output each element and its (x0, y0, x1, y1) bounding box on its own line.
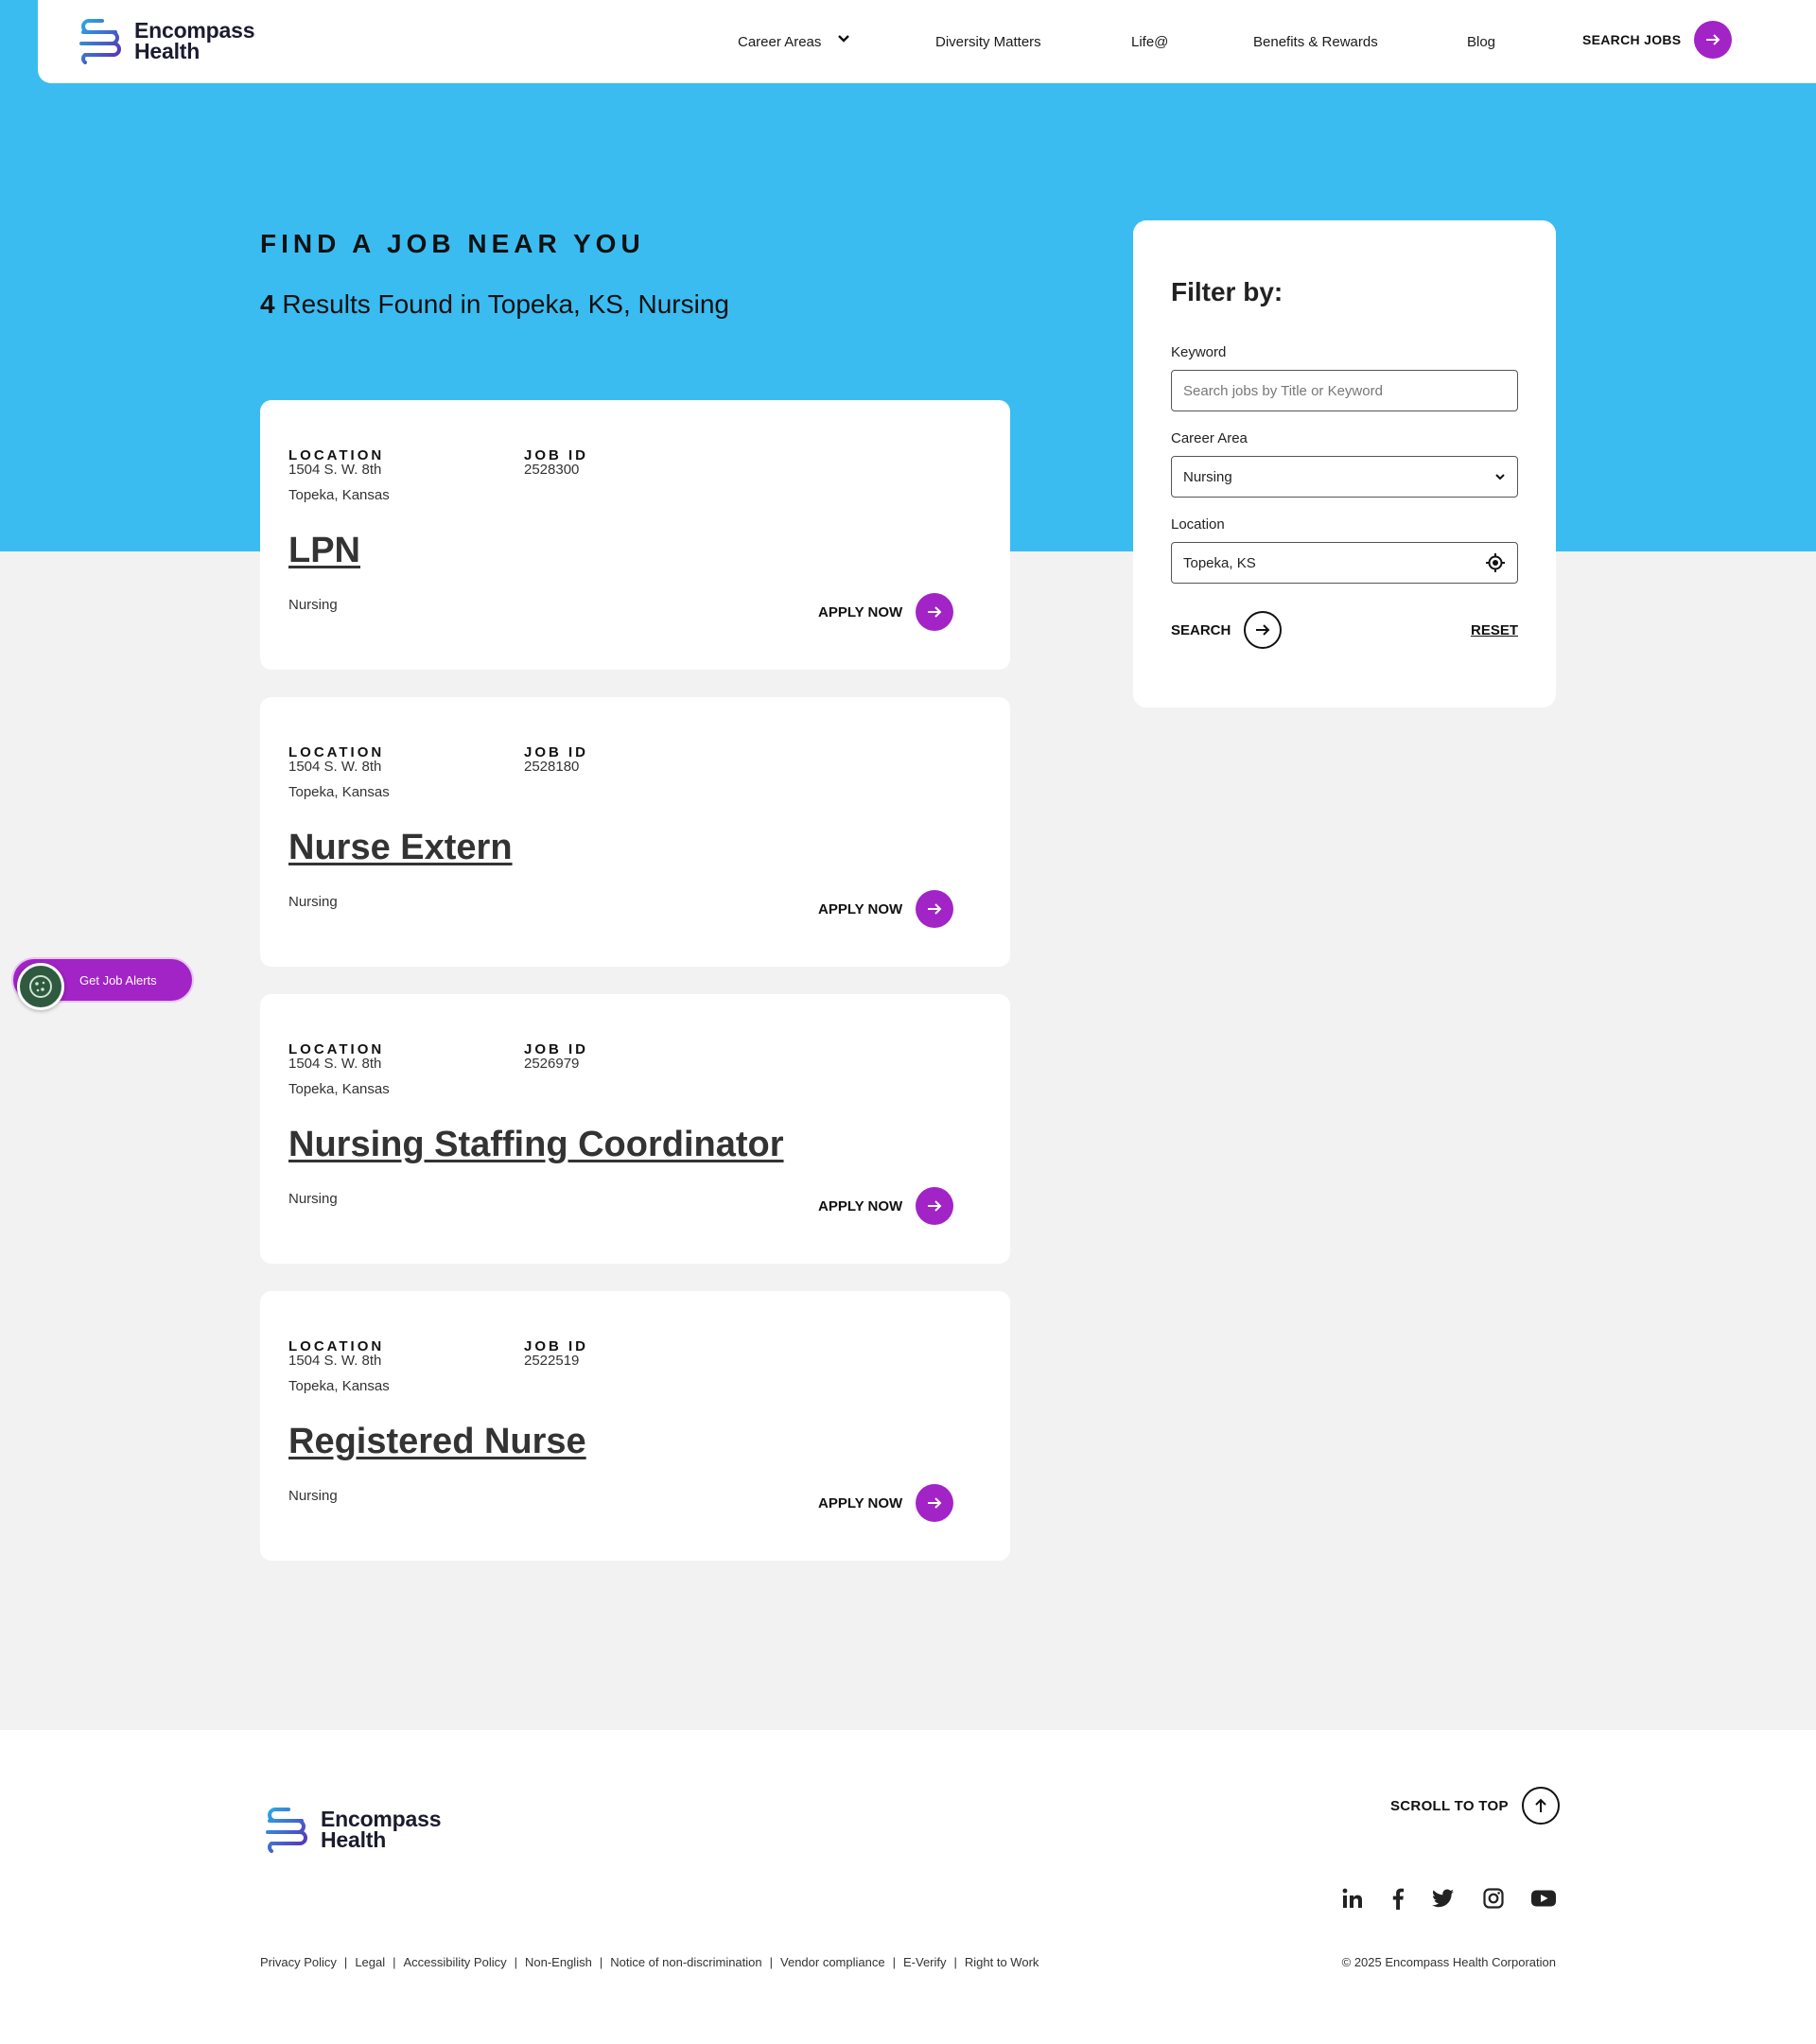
job-category: Nursing (288, 894, 338, 910)
job-city: Topeka, Kansas (288, 487, 390, 503)
job-category: Nursing (288, 597, 338, 613)
location-field (1171, 542, 1518, 584)
job-id: 2528300 (524, 462, 580, 478)
keyword-field (1171, 370, 1518, 411)
chevron-down-icon (1494, 470, 1506, 486)
job-title-link[interactable]: LPN (288, 531, 360, 571)
keyword-label: Keyword (1171, 344, 1227, 360)
career-area-value: Nursing (1183, 468, 1232, 485)
apply-now-label: APPLY NOW (818, 900, 903, 917)
job-address: 1504 S. W. 8th (288, 759, 382, 775)
job-category: Nursing (288, 1488, 338, 1504)
filter-panel: Filter by: Keyword Career Area Nursing L… (1133, 220, 1556, 708)
results-summary: 4 Results Found in Topeka, KS, Nursing (260, 289, 729, 320)
career-area-select[interactable]: Nursing (1171, 456, 1518, 498)
filter-heading: Filter by: (1171, 277, 1283, 306)
youtube-icon[interactable] (1528, 1883, 1559, 1913)
logo-line1: Encompass (321, 1807, 442, 1831)
site-header: Encompass Health Career Areas Diversity … (38, 0, 1816, 83)
nav-career-areas[interactable]: Career Areas (738, 34, 821, 50)
career-area-label: Career Area (1171, 430, 1248, 446)
instagram-icon[interactable] (1478, 1883, 1509, 1913)
nav-blog[interactable]: Blog (1467, 34, 1495, 50)
job-card: LOCATION JOB ID 1504 S. W. 8th Topeka, K… (260, 400, 1010, 670)
job-city: Topeka, Kansas (288, 1081, 390, 1097)
job-card: LOCATION JOB ID 1504 S. W. 8th Topeka, K… (260, 697, 1010, 967)
job-category: Nursing (288, 1191, 338, 1207)
nav-diversity-matters[interactable]: Diversity Matters (935, 34, 1041, 50)
apply-now-button[interactable]: APPLY NOW (818, 1187, 954, 1225)
arrow-right-icon (916, 890, 954, 928)
nav-benefits-rewards[interactable]: Benefits & Rewards (1253, 34, 1378, 50)
job-id: 2522519 (524, 1353, 580, 1369)
filter-search-label: SEARCH (1171, 621, 1231, 638)
arrow-right-icon (916, 1484, 954, 1522)
job-id: 2526979 (524, 1056, 580, 1072)
non-english-link[interactable]: Non-English (525, 1955, 592, 1969)
arrow-right-icon (916, 1187, 954, 1225)
arrow-up-icon (1521, 1787, 1560, 1825)
arrow-right-icon (1244, 611, 1283, 649)
location-input[interactable] (1183, 554, 1506, 571)
apply-now-button[interactable]: APPLY NOW (818, 1484, 954, 1522)
location-label: Location (1171, 516, 1225, 533)
crosshair-location-icon[interactable] (1485, 552, 1506, 577)
keyword-input[interactable] (1183, 382, 1506, 399)
logo-line1: Encompass (134, 18, 255, 43)
cookie-settings-icon[interactable] (17, 963, 64, 1010)
footer-logo[interactable]: Encompass Health (260, 1806, 442, 1853)
results-count: 4 (260, 289, 275, 319)
job-card: LOCATION JOB ID 1504 S. W. 8th Topeka, K… (260, 994, 1010, 1264)
job-city: Topeka, Kansas (288, 1378, 390, 1394)
copyright: © 2025 Encompass Health Corporation (1341, 1955, 1556, 1969)
vendor-compliance-link[interactable]: Vendor compliance (780, 1955, 885, 1969)
apply-now-label: APPLY NOW (818, 1494, 903, 1511)
job-alerts-label: Get Job Alerts (79, 973, 157, 987)
legal-links: Privacy Policy | Legal | Accessibility Pol… (260, 1955, 1039, 1969)
apply-now-button[interactable]: APPLY NOW (818, 593, 954, 631)
non-discrimination-link[interactable]: Notice of non-discrimination (610, 1955, 761, 1969)
twitter-icon[interactable] (1428, 1883, 1458, 1913)
encompass-logo-icon (79, 17, 121, 64)
facebook-icon[interactable] (1383, 1883, 1413, 1913)
results-text: Results Found in Topeka, KS, Nursing (274, 289, 729, 319)
accessibility-policy-link[interactable]: Accessibility Policy (404, 1955, 507, 1969)
logo-line2: Health (134, 39, 201, 63)
job-address: 1504 S. W. 8th (288, 1056, 382, 1072)
page-title: FIND A JOB NEAR YOU (260, 229, 645, 258)
linkedin-icon[interactable] (1337, 1883, 1368, 1913)
scroll-to-top-label: SCROLL TO TOP (1390, 1797, 1509, 1814)
arrow-right-icon (916, 593, 954, 631)
job-title-link[interactable]: Registered Nurse (288, 1422, 586, 1462)
site-footer: Encompass Health SCROLL TO TOP Privacy P… (0, 1730, 1816, 2044)
logo-line2: Health (321, 1827, 387, 1852)
e-verify-link[interactable]: E-Verify (903, 1955, 947, 1969)
apply-now-label: APPLY NOW (818, 603, 903, 620)
job-address: 1504 S. W. 8th (288, 462, 382, 478)
encompass-logo-icon (266, 1806, 307, 1853)
job-title-link[interactable]: Nurse Extern (288, 828, 513, 868)
header-logo[interactable]: Encompass Health (74, 17, 255, 64)
scroll-to-top-button[interactable]: SCROLL TO TOP (1390, 1787, 1560, 1825)
legal-link[interactable]: Legal (355, 1955, 385, 1969)
job-address: 1504 S. W. 8th (288, 1353, 382, 1369)
job-id: 2528180 (524, 759, 580, 775)
arrow-right-icon (1694, 21, 1733, 59)
apply-now-button[interactable]: APPLY NOW (818, 890, 954, 928)
reset-link[interactable]: RESET (1471, 622, 1518, 638)
right-to-work-link[interactable]: Right to Work (965, 1955, 1039, 1969)
privacy-policy-link[interactable]: Privacy Policy (260, 1955, 337, 1969)
search-jobs-button[interactable]: SEARCH JOBS (1582, 21, 1733, 59)
filter-search-button[interactable]: SEARCH (1171, 611, 1283, 649)
nav-life[interactable]: Life@ (1131, 34, 1168, 50)
job-title-link[interactable]: Nursing Staffing Coordinator (288, 1125, 784, 1165)
chevron-down-icon[interactable] (837, 32, 850, 48)
job-city: Topeka, Kansas (288, 784, 390, 800)
apply-now-label: APPLY NOW (818, 1197, 903, 1214)
search-jobs-label: SEARCH JOBS (1582, 32, 1682, 47)
job-card: LOCATION JOB ID 1504 S. W. 8th Topeka, K… (260, 1291, 1010, 1561)
